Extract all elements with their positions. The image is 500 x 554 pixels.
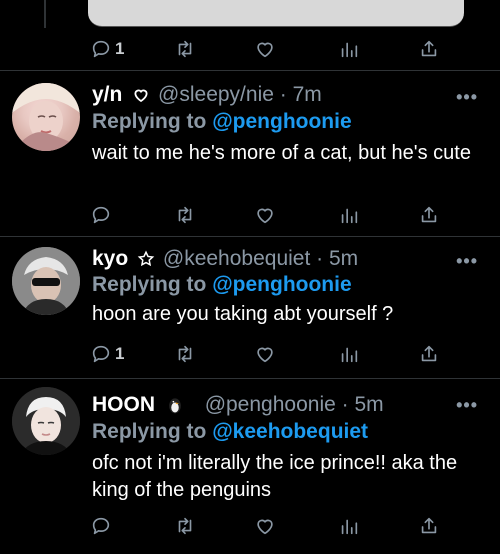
share-button[interactable] — [418, 204, 440, 226]
tweet-header: y/n @sleepy/nie · 7m — [92, 83, 322, 107]
tweet-actions — [88, 515, 468, 537]
avatar[interactable] — [12, 83, 80, 151]
avatar-image — [12, 387, 80, 455]
more-options-icon[interactable]: ••• — [456, 251, 478, 272]
reply-count: 1 — [115, 39, 125, 58]
display-name[interactable]: HOON — [92, 393, 155, 416]
share-button[interactable] — [418, 343, 440, 365]
mention-link[interactable]: @penghoonie — [212, 273, 351, 296]
reply-button[interactable] — [90, 515, 115, 537]
replying-to: Replying to @penghoonie — [92, 273, 352, 297]
tweet-actions — [88, 204, 468, 226]
retweet-icon — [178, 345, 192, 363]
analytics-icon — [341, 519, 358, 535]
mention-link[interactable]: @keehobequiet — [212, 420, 368, 443]
analytics-icon — [341, 208, 358, 224]
tweet-text: ofc not i'm literally the ice prince!! a… — [92, 452, 458, 501]
tweet-card[interactable]: HOON @penghoonie · 5m ••• Replying to @k… — [0, 379, 500, 554]
analytics-button[interactable] — [338, 38, 360, 60]
share-icon — [421, 40, 437, 57]
tweet-card[interactable]: kyo @keehobequiet · 5m ••• Replying to @… — [0, 237, 500, 379]
avatar-image — [12, 83, 80, 151]
analytics-button[interactable] — [338, 204, 360, 226]
replying-to: Replying to @penghoonie — [92, 110, 352, 134]
share-icon — [421, 345, 437, 362]
retweet-icon — [178, 517, 192, 535]
heart-icon — [257, 519, 273, 535]
previous-tweet-actions: 1 — [88, 38, 468, 60]
mention-link[interactable]: @penghoonie — [212, 110, 351, 133]
reply-button[interactable]: 1 — [90, 38, 124, 60]
share-button[interactable] — [418, 38, 440, 60]
reply-button[interactable]: 1 — [90, 343, 124, 365]
user-handle[interactable]: @sleepy/nie — [158, 83, 274, 106]
retweet-icon — [178, 40, 192, 58]
timestamp[interactable]: 7m — [293, 83, 322, 106]
analytics-button[interactable] — [338, 343, 360, 365]
tweet-card[interactable]: y/n @sleepy/nie · 7m ••• Replying to @pe… — [0, 71, 500, 237]
display-name[interactable]: y/n — [92, 83, 122, 106]
tweet-actions: 1 — [88, 343, 468, 365]
like-button[interactable] — [254, 343, 276, 365]
share-button[interactable] — [418, 515, 440, 537]
tweet-header: kyo @keehobequiet · 5m — [92, 247, 358, 271]
comment-icon — [92, 345, 110, 363]
heart-icon — [257, 208, 273, 224]
replying-to-label: Replying to — [92, 273, 207, 296]
replying-to: Replying to @keehobequiet — [92, 420, 368, 444]
more-options-icon[interactable]: ••• — [456, 87, 478, 108]
comment-icon — [92, 206, 110, 224]
star-outline-icon — [137, 250, 155, 267]
tweet-media-image[interactable] — [88, 0, 464, 27]
reply-count: 1 — [115, 344, 125, 363]
comment-icon — [92, 517, 110, 535]
analytics-icon — [341, 42, 358, 58]
user-handle[interactable]: @keehobequiet — [163, 247, 310, 270]
heart-icon — [257, 347, 273, 363]
analytics-icon — [341, 347, 358, 363]
retweet-button[interactable] — [174, 343, 196, 365]
display-name[interactable]: kyo — [92, 247, 128, 270]
retweet-button[interactable] — [174, 204, 196, 226]
separator-dot: · — [341, 393, 349, 416]
replying-to-label: Replying to — [92, 110, 207, 133]
analytics-button[interactable] — [338, 515, 360, 537]
comment-icon — [92, 40, 110, 58]
retweet-button[interactable] — [174, 515, 196, 537]
avatar[interactable] — [12, 247, 80, 315]
separator-dot: · — [316, 247, 324, 270]
like-button[interactable] — [254, 38, 276, 60]
tweet-text: wait to me he's more of a cat, but he's … — [92, 142, 471, 164]
reply-button[interactable] — [90, 204, 115, 226]
tweet-text: hoon are you taking abt yourself ? — [92, 303, 394, 325]
user-handle[interactable]: @penghoonie — [205, 393, 336, 416]
retweet-button[interactable] — [174, 38, 196, 60]
avatar-image — [12, 247, 80, 315]
separator-dot: · — [279, 83, 287, 106]
tweet-header: HOON @penghoonie · 5m — [92, 393, 384, 417]
like-button[interactable] — [254, 204, 276, 226]
retweet-icon — [178, 206, 192, 224]
share-icon — [421, 517, 437, 534]
heart-outline-icon — [134, 89, 148, 103]
like-button[interactable] — [254, 515, 276, 537]
avatar[interactable] — [12, 387, 80, 455]
replying-to-label: Replying to — [92, 420, 207, 443]
timestamp[interactable]: 5m — [354, 393, 383, 416]
share-icon — [421, 206, 437, 223]
timestamp[interactable]: 5m — [329, 247, 358, 270]
penguin-icon — [169, 398, 181, 414]
thread-connector-line — [44, 0, 46, 28]
heart-icon — [257, 42, 273, 58]
more-options-icon[interactable]: ••• — [456, 395, 478, 416]
